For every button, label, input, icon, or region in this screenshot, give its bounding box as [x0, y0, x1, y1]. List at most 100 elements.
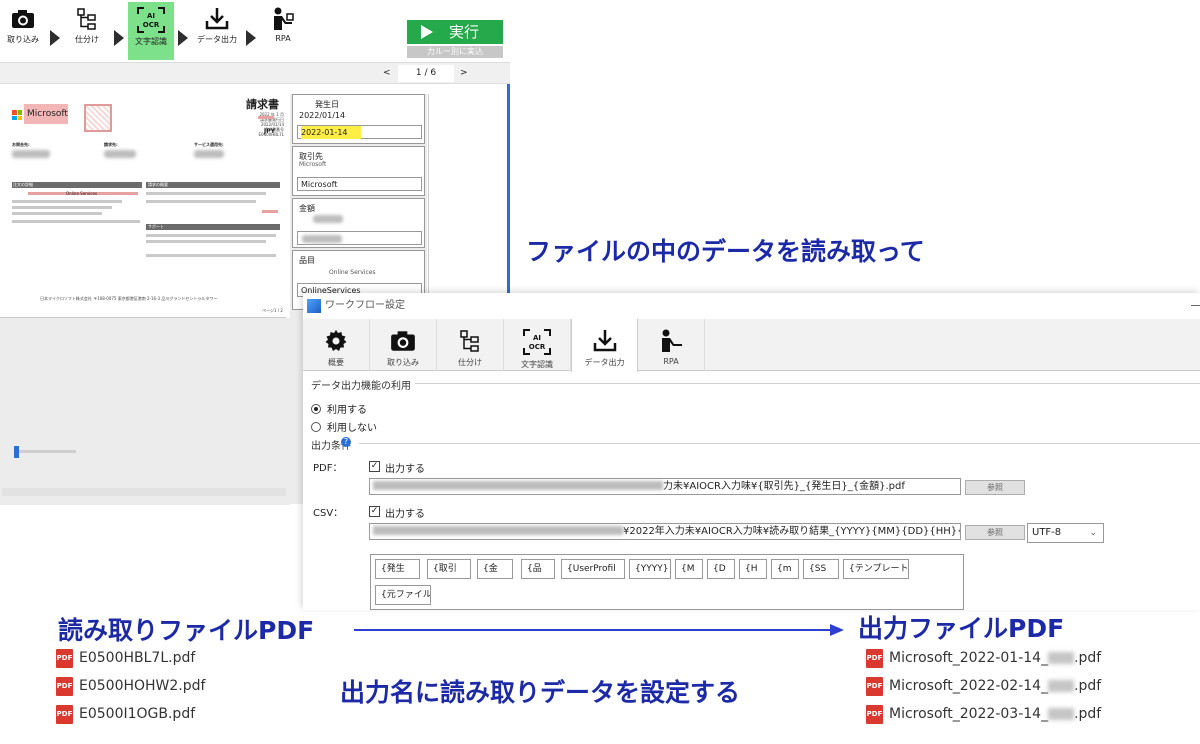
- file-name-suffix: .pdf: [1074, 706, 1102, 722]
- field-vendor-input[interactable]: Microsoft: [297, 177, 422, 191]
- help-icon[interactable]: ?: [341, 437, 351, 447]
- tab-import[interactable]: 取り込み: [370, 319, 437, 371]
- field-value: 2022-01-14: [301, 126, 361, 139]
- redacted-text: [302, 235, 342, 243]
- toolbar-ocr-button[interactable]: AI OCR 文字認識: [128, 2, 174, 60]
- play-icon: [421, 25, 433, 39]
- invoice-footer: 日本マイクロソフト株式会社 〒108-0075 東京都港区港南 2-16-3 品…: [40, 296, 218, 301]
- tab-sort[interactable]: 仕分け: [437, 319, 504, 371]
- redacted-path: [373, 526, 623, 535]
- zoom-slider-thumb[interactable]: [14, 446, 19, 458]
- pdf-label: PDF：: [313, 463, 343, 474]
- group-rule: [415, 383, 1200, 384]
- toolbar-label: 取り込み: [7, 35, 39, 44]
- field-label: 金額: [299, 204, 315, 213]
- next-page-button[interactable]: >: [460, 68, 468, 78]
- tab-ocr[interactable]: AI OCR 文字認識: [504, 319, 571, 371]
- horizontal-scrollbar[interactable]: [2, 488, 286, 496]
- toolbar-label: データ出力: [197, 35, 237, 44]
- tag-button[interactable]: {SS: [803, 559, 839, 579]
- tag-button[interactable]: {テンプレート: [843, 559, 909, 579]
- tag-button[interactable]: {UserProfil: [561, 559, 625, 579]
- microsoft-logo-icon: [12, 110, 22, 120]
- csv-path-text: ¥2022年入力未¥AIOCR入力味¥読み取り結果_{YYYY}{MM}{DD}…: [623, 526, 961, 537]
- run-button[interactable]: 実行: [407, 20, 503, 44]
- text-line: [12, 212, 102, 215]
- placeholder-tag-box: {発生 {取引 {金 {品 {UserProfil {YYYY} {M {D {…: [370, 554, 964, 610]
- tag-button[interactable]: {H: [739, 559, 767, 579]
- minimize-button[interactable]: [1191, 305, 1200, 306]
- gear-icon: [325, 330, 347, 351]
- radio-no-use[interactable]: 利用しない: [311, 419, 377, 434]
- encoding-value: UTF-8: [1032, 527, 1062, 538]
- text-line: [12, 200, 122, 203]
- toolbar-sort-button[interactable]: 仕分け: [64, 2, 110, 60]
- contact-label: お問合先:: [12, 142, 30, 147]
- tab-label: 仕分け: [458, 358, 482, 367]
- tag-button[interactable]: {m: [771, 559, 799, 579]
- flow-arrow: [354, 629, 832, 631]
- file-name-suffix: .pdf: [1074, 678, 1102, 694]
- redacted-amount: [1048, 708, 1075, 720]
- tag-button[interactable]: {YYYY}: [629, 559, 671, 579]
- annotation-input-title: 読み取りファイルPDF: [58, 616, 315, 645]
- tag-button[interactable]: {D: [707, 559, 735, 579]
- toolbar-export-button[interactable]: データ出力: [194, 2, 240, 60]
- pdf-file-icon: PDF: [866, 648, 883, 668]
- redacted-amount: [1048, 680, 1075, 692]
- radio-use[interactable]: 利用する: [311, 401, 367, 416]
- group-rule: [359, 443, 1200, 444]
- text-line: [146, 192, 266, 195]
- tag-button[interactable]: {M: [675, 559, 703, 579]
- rpa-person-icon: [662, 329, 682, 352]
- export-options: データ出力機能の利用 利用する 利用しない 出力条件 ? PDF： ✓ 出力する…: [303, 373, 1200, 610]
- tag-button[interactable]: {品: [521, 559, 555, 579]
- invoice-title: 請求書: [246, 98, 279, 111]
- field-amount-input[interactable]: [297, 231, 422, 245]
- toolbar-import-button[interactable]: 取り込み: [0, 2, 46, 60]
- tab-rpa[interactable]: RPA: [638, 319, 705, 371]
- redacted-text: [104, 150, 136, 158]
- current-page: 1: [415, 68, 422, 78]
- rpa-person-icon: [274, 7, 294, 30]
- camera-icon: [12, 10, 34, 28]
- redacted-text: [194, 150, 224, 158]
- csv-browse-button[interactable]: 参照: [965, 525, 1025, 540]
- field-label: 品目: [299, 256, 315, 265]
- pdf-browse-button[interactable]: 参照: [965, 480, 1025, 495]
- support-section-bar: [146, 224, 280, 230]
- pdf-output-label: 出力する: [385, 464, 425, 475]
- toolbar-rpa-button[interactable]: RPA: [260, 2, 306, 60]
- csv-output-checkbox[interactable]: ✓: [369, 506, 380, 517]
- output-file-item: PDF Microsoft_2022-02-14_ .pdf: [866, 675, 1101, 697]
- tab-data-export[interactable]: データ出力: [571, 319, 638, 372]
- tag-button[interactable]: {元ファイル: [375, 585, 431, 605]
- currency: JPY: [264, 128, 275, 135]
- page-separator: /: [424, 68, 428, 78]
- prev-page-button[interactable]: <: [383, 68, 391, 78]
- tab-label: データ出力: [584, 358, 625, 367]
- csv-output-label: 出力する: [385, 509, 425, 520]
- redacted-text: [313, 215, 343, 223]
- dialog-title: ワークフロー設定: [325, 300, 405, 311]
- page-number-box[interactable]: 1 / 6: [398, 65, 454, 82]
- tab-overview[interactable]: 概要: [303, 319, 370, 371]
- pdf-output-checkbox[interactable]: ✓: [369, 461, 380, 472]
- field-date: 発生日 2022/01/14 2022-01-14: [292, 94, 425, 144]
- run-sub-button[interactable]: 力ルー別に実込: [407, 46, 503, 58]
- tag-button[interactable]: {発生: [375, 559, 420, 579]
- field-label: 発生日: [315, 100, 339, 109]
- csv-path-input[interactable]: ¥2022年入力未¥AIOCR入力味¥読み取り結果_{YYYY}{MM}{DD}…: [369, 523, 961, 540]
- tag-button[interactable]: {金: [477, 559, 513, 579]
- toolbar-label: 仕分け: [75, 35, 99, 44]
- zoom-slider-rail[interactable]: [14, 450, 76, 453]
- chevron-down-icon: ⌄: [1089, 528, 1097, 538]
- field-date-input[interactable]: 2022-01-14: [297, 125, 422, 139]
- toolbar-label: RPA: [275, 34, 291, 43]
- meta-highlight: [258, 116, 274, 119]
- pdf-path-input[interactable]: 力未¥AIOCR入力味¥{取引先}_{発生日}_{金額}.pdf: [369, 478, 961, 495]
- encoding-select[interactable]: UTF-8 ⌄: [1027, 523, 1104, 543]
- step-arrow-icon: [50, 30, 60, 46]
- ai-ocr-icon: AI OCR: [523, 329, 551, 355]
- tag-button[interactable]: {取引: [427, 559, 471, 579]
